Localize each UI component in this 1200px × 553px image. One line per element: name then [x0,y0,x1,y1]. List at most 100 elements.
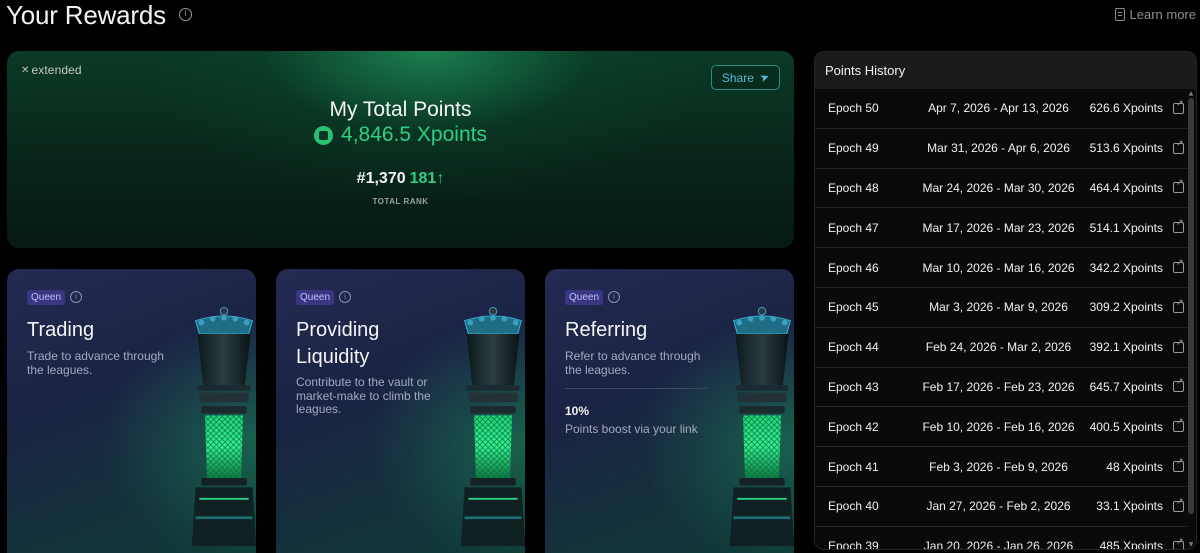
external-link-icon[interactable] [1173,298,1184,313]
league-title: Providing Liquidity [296,319,380,368]
league-card-providing-liquidity[interactable]: Queen i Providing Liquidity Contribute t… [276,269,525,553]
league-description: Contribute to the vault or market-make t… [296,375,431,416]
history-row: Epoch 41 Feb 3, 2026 - Feb 9, 2026 48 Xpoi… [815,447,1187,487]
rank-label: TOTAL RANK [372,197,429,206]
epoch-dates: Feb 24, 2026 - Mar 2, 2026 [925,340,1072,355]
epoch-points: 48 Xpoints [1106,459,1163,474]
league-title: Trading [27,319,95,341]
epoch-dates: Mar 31, 2026 - Apr 6, 2026 [927,141,1070,156]
external-link-icon[interactable] [1173,497,1184,512]
league-card-trading[interactable]: Queen i Trading Trade to advance through… [7,269,256,553]
share-button[interactable]: Share ➤ [711,65,780,90]
epoch-points: 309.2 Xpoints [1089,300,1163,315]
external-link-icon[interactable] [1173,139,1184,154]
epoch-points: 464.4 Xpoints [1089,180,1163,195]
external-link-icon[interactable] [1173,178,1184,194]
total-points-label: My Total Points [329,98,472,121]
total-points-value: 4,846.5 Xpoints [341,123,487,146]
epoch-dates: Jan 27, 2026 - Feb 2, 2026 [926,499,1071,514]
epoch-label: Epoch 41 [828,459,879,474]
epoch-points: 342.2 Xpoints [1089,260,1163,275]
epoch-dates: Mar 24, 2026 - Mar 30, 2026 [922,180,1075,195]
external-link-icon[interactable] [1173,258,1184,274]
scroll-up-icon[interactable]: ▲ [1187,90,1195,97]
league-description: Refer to advance through the leagues. [565,349,701,377]
league-card-referring[interactable]: Queen i Referring Refer to advance throu… [545,269,794,553]
epoch-dates: Mar 10, 2026 - Mar 16, 2026 [922,260,1075,275]
league-title: Referring [565,319,648,341]
scroll-thumb[interactable] [1188,98,1194,514]
epoch-label: Epoch 39 [828,539,879,550]
epoch-dates: Mar 3, 2026 - Mar 9, 2026 [929,300,1068,315]
epoch-label: Epoch 47 [828,220,879,235]
points-history-title: Points History [815,52,1196,89]
total-points-value-row: 4,846.5 Xpoints [7,123,794,147]
epoch-points: 513.6 Xpoints [1089,141,1163,156]
history-row: Epoch 44 Feb 24, 2026 - Mar 2, 2026 392.1 … [815,328,1187,368]
queen-chess-piece-icon [459,305,525,548]
share-label: Share [721,70,754,85]
epoch-dates: Feb 10, 2026 - Feb 16, 2026 [922,419,1075,434]
learn-more-link[interactable]: Learn more [1114,7,1196,22]
epoch-points: 514.1 Xpoints [1089,220,1163,235]
epoch-points: 400.5 Xpoints [1089,419,1163,434]
history-row: Epoch 45 Mar 3, 2026 - Mar 9, 2026 309.2 X… [815,288,1187,328]
info-icon[interactable]: i [608,291,620,303]
history-row: Epoch 42 Feb 10, 2026 - Feb 16, 2026 400.5… [815,407,1187,448]
xpoints-icon [314,125,334,145]
epoch-dates: Feb 3, 2026 - Feb 9, 2026 [929,459,1068,474]
document-icon [1114,8,1125,21]
external-link-icon[interactable] [1173,99,1184,114]
divider [565,388,707,389]
external-link-icon[interactable] [1173,377,1184,393]
epoch-label: Epoch 40 [828,499,879,514]
epoch-label: Epoch 46 [828,260,879,275]
epoch-points: 33.1 Xpoints [1096,499,1163,514]
external-link-icon[interactable] [1173,218,1184,234]
epoch-label: Epoch 43 [828,379,879,394]
external-link-icon[interactable] [1173,417,1184,433]
scrollbar[interactable]: ▲ ▼ [1187,90,1195,548]
league-badge: Queen [296,290,335,305]
epoch-label: Epoch 42 [828,419,879,434]
brand-logo: ✕ extended [21,63,82,77]
epoch-dates: Apr 7, 2026 - Apr 13, 2026 [928,101,1069,116]
epoch-dates: Jan 20, 2026 - Jan 26, 2026 [923,539,1074,550]
total-points-card: ✕ extended Share ➤ My Total Points 4,846… [7,51,794,248]
info-icon[interactable]: i [179,8,192,21]
history-row: Epoch 40 Jan 27, 2026 - Feb 2, 2026 33.1 X… [815,487,1187,527]
epoch-label: Epoch 48 [828,180,879,195]
history-row: Epoch 47 Mar 17, 2026 - Mar 23, 2026 514.1… [815,208,1187,249]
info-icon[interactable]: i [339,291,351,303]
scroll-down-icon[interactable]: ▼ [1187,541,1195,548]
external-link-icon[interactable] [1173,338,1184,353]
history-row: Epoch 43 Feb 17, 2026 - Feb 23, 2026 645.7… [815,368,1187,408]
send-icon: ➤ [758,70,772,86]
boost-label: Points boost via your link [565,422,698,436]
learn-more-label: Learn more [1129,7,1196,22]
league-badge: Queen [27,290,66,305]
rank-change: 181↑ [409,170,445,187]
league-badge: Queen [565,290,604,305]
extended-logo-icon: ✕ [21,64,30,76]
points-history-list[interactable]: Epoch 50 Apr 7, 2026 - Apr 13, 2026 626.6 … [815,89,1187,550]
brand-name: extended [31,63,82,77]
epoch-points: 626.6 Xpoints [1089,101,1163,116]
info-icon[interactable]: i [70,291,82,303]
epoch-dates: Feb 17, 2026 - Feb 23, 2026 [922,379,1075,394]
queen-chess-piece-icon [728,305,794,548]
epoch-dates: Mar 17, 2026 - Mar 23, 2026 [922,220,1075,235]
external-link-icon[interactable] [1173,457,1184,473]
epoch-label: Epoch 50 [828,101,879,116]
epoch-points: 645.7 Xpoints [1089,379,1163,394]
external-link-icon[interactable] [1173,537,1184,549]
boost-value: 10% [565,404,590,418]
rank-row: #1,370 181↑ [7,170,794,188]
history-row: Epoch 50 Apr 7, 2026 - Apr 13, 2026 626.6 … [815,89,1187,129]
epoch-points: 392.1 Xpoints [1089,340,1163,355]
epoch-label: Epoch 44 [828,340,879,355]
history-row: Epoch 48 Mar 24, 2026 - Mar 30, 2026 464.4… [815,169,1187,209]
queen-chess-piece-icon [190,305,256,548]
points-history-panel: Points History Epoch 50 Apr 7, 2026 - Apr… [814,51,1197,550]
history-row: Epoch 46 Mar 10, 2026 - Mar 16, 2026 342.2… [815,248,1187,288]
